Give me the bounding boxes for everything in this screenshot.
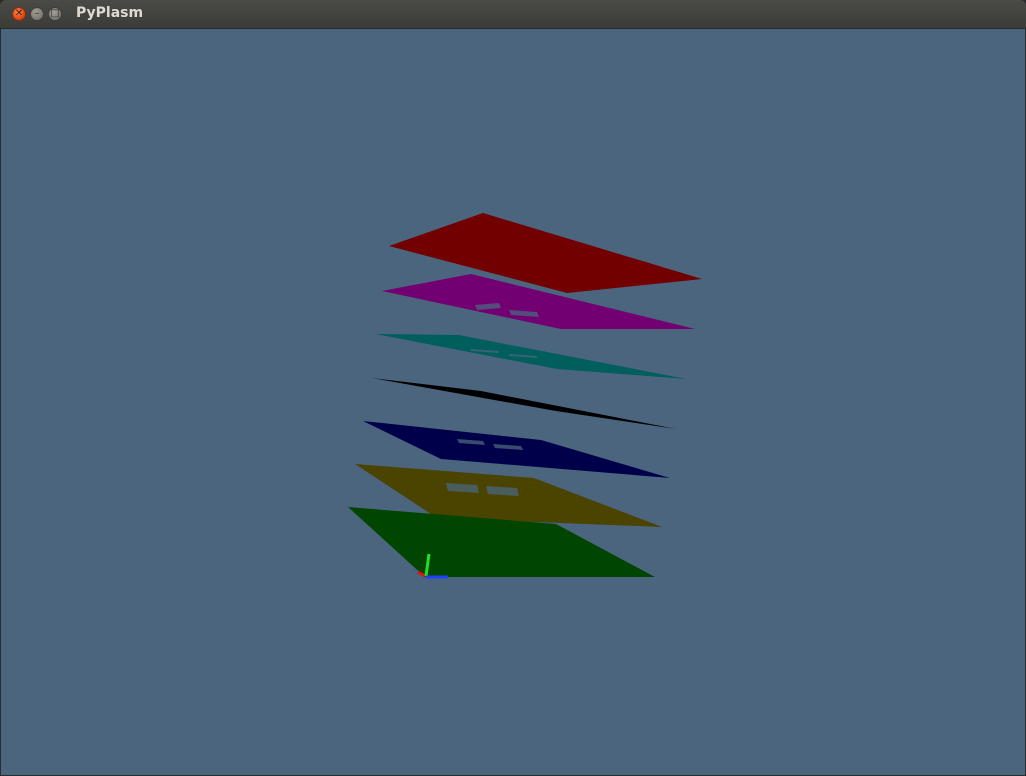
minimize-icon: – — [34, 8, 40, 19]
maximize-button[interactable]: □ — [48, 7, 62, 21]
minimize-button[interactable]: – — [30, 7, 44, 21]
window-title: PyPlasm — [76, 5, 144, 21]
pyplasm-window: ✕ – □ PyPlasm — [0, 0, 1026, 776]
maximize-icon: □ — [50, 8, 60, 19]
title-bar[interactable]: ✕ – □ PyPlasm — [0, 0, 1026, 29]
close-icon: ✕ — [14, 8, 24, 19]
3d-viewport[interactable] — [1, 29, 1025, 775]
scene-canvas — [1, 29, 1025, 775]
close-button[interactable]: ✕ — [12, 7, 26, 21]
